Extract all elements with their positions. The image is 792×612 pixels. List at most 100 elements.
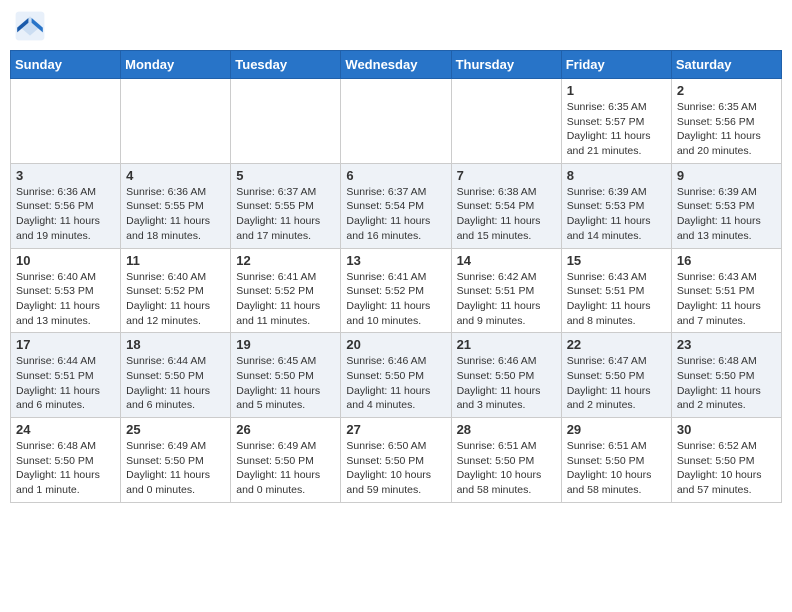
day-info: Sunrise: 6:35 AM Sunset: 5:56 PM Dayligh… bbox=[677, 100, 776, 159]
day-info: Sunrise: 6:39 AM Sunset: 5:53 PM Dayligh… bbox=[677, 185, 776, 244]
day-number: 25 bbox=[126, 422, 225, 437]
calendar-cell: 14 Sunrise: 6:42 AM Sunset: 5:51 PM Dayli… bbox=[451, 248, 561, 333]
calendar-cell: 25 Sunrise: 6:49 AM Sunset: 5:50 PM Dayli… bbox=[121, 418, 231, 503]
day-info: Sunrise: 6:41 AM Sunset: 5:52 PM Dayligh… bbox=[346, 270, 445, 329]
calendar-cell: 18 Sunrise: 6:44 AM Sunset: 5:50 PM Dayli… bbox=[121, 333, 231, 418]
day-info: Sunrise: 6:45 AM Sunset: 5:50 PM Dayligh… bbox=[236, 354, 335, 413]
calendar-cell: 29 Sunrise: 6:51 AM Sunset: 5:50 PM Dayli… bbox=[561, 418, 671, 503]
calendar-cell: 22 Sunrise: 6:47 AM Sunset: 5:50 PM Dayli… bbox=[561, 333, 671, 418]
day-number: 21 bbox=[457, 337, 556, 352]
day-info: Sunrise: 6:39 AM Sunset: 5:53 PM Dayligh… bbox=[567, 185, 666, 244]
calendar-cell: 16 Sunrise: 6:43 AM Sunset: 5:51 PM Dayli… bbox=[671, 248, 781, 333]
calendar-cell: 11Sunrise: 6:40 AM Sunset: 5:52 PM Dayli… bbox=[121, 248, 231, 333]
day-info: Sunrise: 6:43 AM Sunset: 5:51 PM Dayligh… bbox=[677, 270, 776, 329]
calendar-cell: 23 Sunrise: 6:48 AM Sunset: 5:50 PM Dayli… bbox=[671, 333, 781, 418]
calendar-header-wednesday: Wednesday bbox=[341, 51, 451, 79]
day-number: 3 bbox=[16, 168, 115, 183]
calendar-cell: 13Sunrise: 6:41 AM Sunset: 5:52 PM Dayli… bbox=[341, 248, 451, 333]
calendar-cell: 30 Sunrise: 6:52 AM Sunset: 5:50 PM Dayli… bbox=[671, 418, 781, 503]
calendar-header-monday: Monday bbox=[121, 51, 231, 79]
calendar-header-tuesday: Tuesday bbox=[231, 51, 341, 79]
day-info: Sunrise: 6:36 AM Sunset: 5:55 PM Dayligh… bbox=[126, 185, 225, 244]
day-info: Sunrise: 6:35 AM Sunset: 5:57 PM Dayligh… bbox=[567, 100, 666, 159]
calendar-cell: 17 Sunrise: 6:44 AM Sunset: 5:51 PM Dayli… bbox=[11, 333, 121, 418]
day-info: Sunrise: 6:49 AM Sunset: 5:50 PM Dayligh… bbox=[236, 439, 335, 498]
calendar-cell: 20 Sunrise: 6:46 AM Sunset: 5:50 PM Dayli… bbox=[341, 333, 451, 418]
logo-icon bbox=[14, 10, 46, 42]
day-number: 11 bbox=[126, 253, 225, 268]
day-number: 8 bbox=[567, 168, 666, 183]
calendar-cell: 26 Sunrise: 6:49 AM Sunset: 5:50 PM Dayli… bbox=[231, 418, 341, 503]
calendar-cell: 5Sunrise: 6:37 AM Sunset: 5:55 PM Daylig… bbox=[231, 163, 341, 248]
day-number: 27 bbox=[346, 422, 445, 437]
day-number: 10 bbox=[16, 253, 115, 268]
day-number: 20 bbox=[346, 337, 445, 352]
day-info: Sunrise: 6:42 AM Sunset: 5:51 PM Dayligh… bbox=[457, 270, 556, 329]
day-number: 7 bbox=[457, 168, 556, 183]
day-number: 1 bbox=[567, 83, 666, 98]
calendar-cell: 15Sunrise: 6:43 AM Sunset: 5:51 PM Dayli… bbox=[561, 248, 671, 333]
day-info: Sunrise: 6:46 AM Sunset: 5:50 PM Dayligh… bbox=[346, 354, 445, 413]
calendar-cell bbox=[231, 79, 341, 164]
calendar-week-row: 1 Sunrise: 6:35 AM Sunset: 5:57 PM Daylig… bbox=[11, 79, 782, 164]
day-info: Sunrise: 6:51 AM Sunset: 5:50 PM Dayligh… bbox=[457, 439, 556, 498]
calendar-cell bbox=[121, 79, 231, 164]
day-number: 29 bbox=[567, 422, 666, 437]
day-info: Sunrise: 6:37 AM Sunset: 5:54 PM Dayligh… bbox=[346, 185, 445, 244]
day-info: Sunrise: 6:49 AM Sunset: 5:50 PM Dayligh… bbox=[126, 439, 225, 498]
calendar-week-row: 17 Sunrise: 6:44 AM Sunset: 5:51 PM Dayli… bbox=[11, 333, 782, 418]
day-info: Sunrise: 6:41 AM Sunset: 5:52 PM Dayligh… bbox=[236, 270, 335, 329]
calendar-cell: 8 Sunrise: 6:39 AM Sunset: 5:53 PM Daylig… bbox=[561, 163, 671, 248]
day-number: 5 bbox=[236, 168, 335, 183]
day-number: 16 bbox=[677, 253, 776, 268]
page-header bbox=[10, 10, 782, 42]
day-number: 23 bbox=[677, 337, 776, 352]
day-number: 22 bbox=[567, 337, 666, 352]
calendar-cell: 4Sunrise: 6:36 AM Sunset: 5:55 PM Daylig… bbox=[121, 163, 231, 248]
day-number: 24 bbox=[16, 422, 115, 437]
day-number: 12 bbox=[236, 253, 335, 268]
day-info: Sunrise: 6:48 AM Sunset: 5:50 PM Dayligh… bbox=[16, 439, 115, 498]
calendar-cell: 21 Sunrise: 6:46 AM Sunset: 5:50 PM Dayli… bbox=[451, 333, 561, 418]
calendar-cell: 19 Sunrise: 6:45 AM Sunset: 5:50 PM Dayli… bbox=[231, 333, 341, 418]
day-number: 26 bbox=[236, 422, 335, 437]
day-number: 18 bbox=[126, 337, 225, 352]
day-info: Sunrise: 6:47 AM Sunset: 5:50 PM Dayligh… bbox=[567, 354, 666, 413]
day-number: 19 bbox=[236, 337, 335, 352]
calendar-cell: 2Sunrise: 6:35 AM Sunset: 5:56 PM Daylig… bbox=[671, 79, 781, 164]
calendar-header-sunday: Sunday bbox=[11, 51, 121, 79]
calendar-cell: 28 Sunrise: 6:51 AM Sunset: 5:50 PM Dayli… bbox=[451, 418, 561, 503]
calendar-cell: 1 Sunrise: 6:35 AM Sunset: 5:57 PM Daylig… bbox=[561, 79, 671, 164]
calendar-table: SundayMondayTuesdayWednesdayThursdayFrid… bbox=[10, 50, 782, 503]
calendar-cell: 3Sunrise: 6:36 AM Sunset: 5:56 PM Daylig… bbox=[11, 163, 121, 248]
day-info: Sunrise: 6:44 AM Sunset: 5:51 PM Dayligh… bbox=[16, 354, 115, 413]
day-info: Sunrise: 6:38 AM Sunset: 5:54 PM Dayligh… bbox=[457, 185, 556, 244]
logo bbox=[14, 10, 50, 42]
day-info: Sunrise: 6:52 AM Sunset: 5:50 PM Dayligh… bbox=[677, 439, 776, 498]
day-info: Sunrise: 6:48 AM Sunset: 5:50 PM Dayligh… bbox=[677, 354, 776, 413]
day-number: 6 bbox=[346, 168, 445, 183]
day-info: Sunrise: 6:50 AM Sunset: 5:50 PM Dayligh… bbox=[346, 439, 445, 498]
calendar-cell bbox=[451, 79, 561, 164]
calendar-header-thursday: Thursday bbox=[451, 51, 561, 79]
day-number: 30 bbox=[677, 422, 776, 437]
day-info: Sunrise: 6:46 AM Sunset: 5:50 PM Dayligh… bbox=[457, 354, 556, 413]
calendar-cell: 6 Sunrise: 6:37 AM Sunset: 5:54 PM Daylig… bbox=[341, 163, 451, 248]
calendar-cell: 24 Sunrise: 6:48 AM Sunset: 5:50 PM Dayli… bbox=[11, 418, 121, 503]
day-number: 15 bbox=[567, 253, 666, 268]
calendar-cell: 7 Sunrise: 6:38 AM Sunset: 5:54 PM Daylig… bbox=[451, 163, 561, 248]
calendar-week-row: 3Sunrise: 6:36 AM Sunset: 5:56 PM Daylig… bbox=[11, 163, 782, 248]
day-info: Sunrise: 6:44 AM Sunset: 5:50 PM Dayligh… bbox=[126, 354, 225, 413]
day-info: Sunrise: 6:40 AM Sunset: 5:53 PM Dayligh… bbox=[16, 270, 115, 329]
day-info: Sunrise: 6:51 AM Sunset: 5:50 PM Dayligh… bbox=[567, 439, 666, 498]
day-number: 28 bbox=[457, 422, 556, 437]
calendar-week-row: 10 Sunrise: 6:40 AM Sunset: 5:53 PM Dayli… bbox=[11, 248, 782, 333]
day-number: 17 bbox=[16, 337, 115, 352]
calendar-cell: 27 Sunrise: 6:50 AM Sunset: 5:50 PM Dayli… bbox=[341, 418, 451, 503]
calendar-header-row: SundayMondayTuesdayWednesdayThursdayFrid… bbox=[11, 51, 782, 79]
calendar-cell bbox=[11, 79, 121, 164]
calendar-header-saturday: Saturday bbox=[671, 51, 781, 79]
day-number: 14 bbox=[457, 253, 556, 268]
calendar-cell: 12 Sunrise: 6:41 AM Sunset: 5:52 PM Dayli… bbox=[231, 248, 341, 333]
day-number: 9 bbox=[677, 168, 776, 183]
